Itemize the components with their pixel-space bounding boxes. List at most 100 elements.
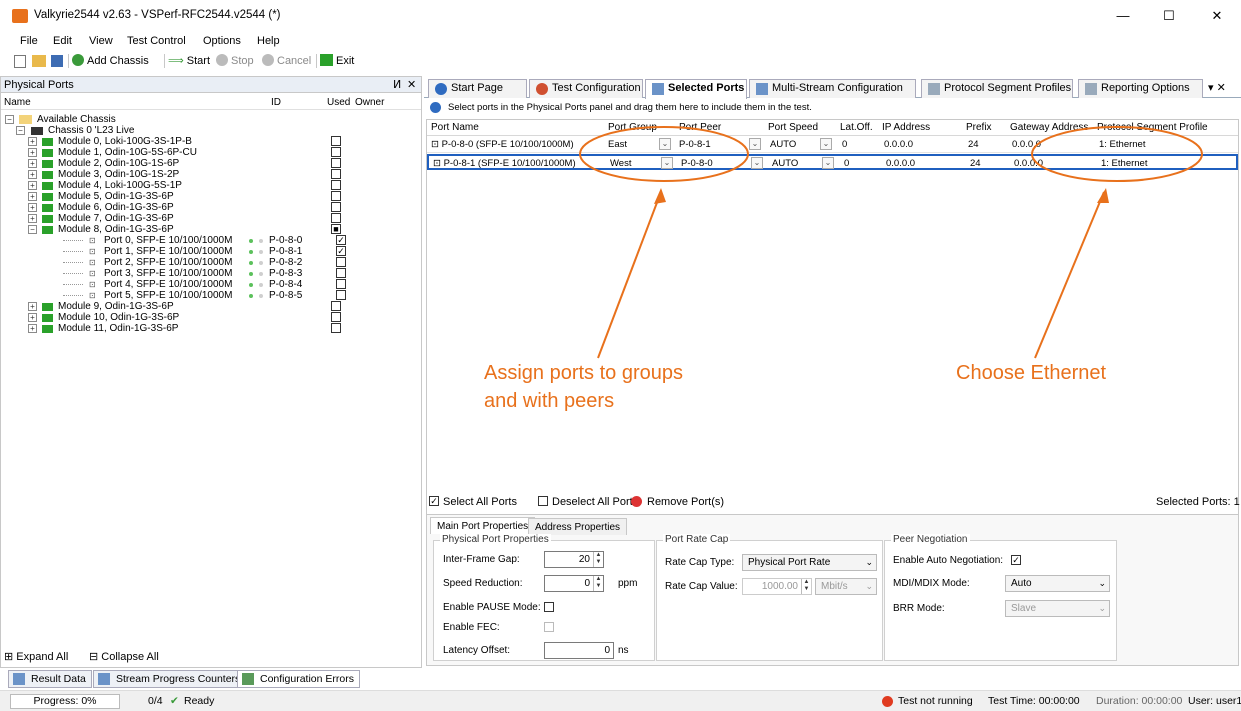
cell-port-peer[interactable]: P-0-8-0: [681, 158, 713, 169]
grid-col-lat-off[interactable]: Lat.Off.: [840, 122, 873, 133]
module-used-checkbox[interactable]: [331, 312, 341, 322]
module-used-checkbox[interactable]: [331, 147, 341, 157]
port-row[interactable]: ⊡ Port 1, SFP-E 10/100/1000M P-0-8-1 ✓: [1, 246, 421, 257]
spinner-icon[interactable]: ▲ ▼: [801, 579, 811, 594]
chevron-down-icon[interactable]: ⌄: [659, 138, 671, 150]
deselect-all-checkbox[interactable]: [538, 496, 548, 506]
tab-start-page[interactable]: Start Page: [428, 79, 527, 98]
save-icon[interactable]: [51, 55, 63, 67]
grid-col-prefix[interactable]: Prefix: [966, 122, 992, 133]
port-used-checkbox[interactable]: [336, 257, 346, 267]
cancel-button[interactable]: Cancel: [262, 54, 311, 67]
col-owner[interactable]: Owner: [355, 97, 384, 108]
expand-toggle-icon[interactable]: +: [28, 302, 37, 311]
module-used-checkbox[interactable]: [331, 301, 341, 311]
expand-toggle-icon[interactable]: +: [28, 170, 37, 179]
chevron-down-icon[interactable]: ⌄: [749, 138, 761, 150]
module-used-checkbox[interactable]: [331, 169, 341, 179]
module-row[interactable]: + Module 10, Odin-1G-3S-6P: [1, 312, 421, 323]
menu-options[interactable]: Options: [203, 35, 241, 47]
spinner-icon[interactable]: ▲ ▼: [593, 552, 603, 567]
menu-file[interactable]: File: [20, 35, 38, 47]
port-row[interactable]: ⊡ Port 0, SFP-E 10/100/1000M P-0-8-0 ✓: [1, 235, 421, 246]
module-row[interactable]: + Module 7, Odin-1G-3S-6P: [1, 213, 421, 224]
chevron-down-icon[interactable]: ⌄: [661, 157, 673, 169]
collapse-toggle-icon[interactable]: −: [28, 225, 37, 234]
grid-col-ip-address[interactable]: IP Address: [882, 122, 930, 133]
module-used-checkbox[interactable]: [331, 191, 341, 201]
expand-toggle-icon[interactable]: +: [28, 313, 37, 322]
port-row[interactable]: ⊡ Port 4, SFP-E 10/100/1000M P-0-8-4: [1, 279, 421, 290]
module-row[interactable]: + Module 1, Odin-10G-5S-6P-CU: [1, 147, 421, 158]
tab-menu-icon[interactable]: ▾ ✕: [1208, 81, 1226, 94]
module-row[interactable]: + Module 0, Loki-100G-3S-1P-B: [1, 136, 421, 147]
cell-port-group[interactable]: West: [610, 158, 631, 169]
port-row[interactable]: ⊡ Port 3, SFP-E 10/100/1000M P-0-8-3: [1, 268, 421, 279]
menu-edit[interactable]: Edit: [53, 35, 72, 47]
tab-reporting-options[interactable]: Reporting Options: [1078, 79, 1203, 98]
chevron-down-icon[interactable]: ⌄: [820, 138, 832, 150]
tab-selected-ports[interactable]: Selected Ports: [645, 79, 747, 99]
expand-toggle-icon[interactable]: +: [28, 181, 37, 190]
new-file-icon[interactable]: [14, 55, 26, 68]
tab-protocol-segment-profiles[interactable]: Protocol Segment Profiles: [921, 79, 1073, 98]
speed-reduction-input[interactable]: 0 ▲ ▼: [544, 575, 604, 592]
chevron-down-icon[interactable]: ⌄: [822, 157, 834, 169]
module-used-checkbox[interactable]: [331, 158, 341, 168]
mdi-mode-select[interactable]: Auto ⌄: [1005, 575, 1110, 592]
module-used-checkbox[interactable]: [331, 323, 341, 333]
module-used-checkbox[interactable]: [331, 136, 341, 146]
spinner-icon[interactable]: ▲ ▼: [593, 576, 603, 591]
module-row[interactable]: + Module 3, Odin-10G-1S-2P: [1, 169, 421, 180]
rate-cap-value-input[interactable]: 1000.00 ▲ ▼: [742, 578, 812, 595]
deselect-all-label[interactable]: Deselect All Ports: [552, 496, 638, 508]
tab-main-port-properties[interactable]: Main Port Properties: [430, 517, 536, 534]
module-row[interactable]: + Module 4, Loki-100G-5S-1P: [1, 180, 421, 191]
tree-chassis[interactable]: − Chassis 0 'L23 Live: [1, 125, 421, 136]
remove-ports-button[interactable]: Remove Port(s): [647, 496, 724, 508]
menu-test-control[interactable]: Test Control: [127, 35, 186, 47]
port-used-checkbox[interactable]: [336, 290, 346, 300]
module-used-checkbox[interactable]: [331, 180, 341, 190]
tab-test-configuration[interactable]: Test Configuration: [529, 79, 643, 98]
port-used-checkbox[interactable]: ✓: [336, 246, 346, 256]
port-row[interactable]: ⊡ Port 5, SFP-E 10/100/1000M P-0-8-5: [1, 290, 421, 301]
module-used-checkbox[interactable]: ■: [331, 224, 341, 234]
latency-offset-input[interactable]: 0: [544, 642, 614, 659]
expand-toggle-icon[interactable]: +: [28, 192, 37, 201]
cell-port-group[interactable]: East: [608, 139, 627, 150]
module-row[interactable]: + Module 11, Odin-1G-3S-6P: [1, 323, 421, 334]
col-used[interactable]: Used: [327, 97, 350, 108]
exit-button[interactable]: Exit: [320, 54, 354, 67]
ifg-input[interactable]: 20 ▲ ▼: [544, 551, 604, 568]
port-used-checkbox[interactable]: [336, 279, 346, 289]
grid-col-port-group[interactable]: Port Group: [608, 122, 657, 133]
add-chassis-button[interactable]: Add Chassis: [72, 54, 149, 67]
grid-col-port-speed[interactable]: Port Speed: [768, 122, 818, 133]
tab-stream-progress-counters[interactable]: Stream Progress Counters: [93, 670, 247, 688]
open-folder-icon[interactable]: [32, 55, 46, 67]
tab-multi-stream[interactable]: Multi-Stream Configuration: [749, 79, 916, 98]
expand-toggle-icon[interactable]: +: [28, 203, 37, 212]
maximize-button[interactable]: ☐: [1146, 0, 1192, 32]
port-used-checkbox[interactable]: [336, 268, 346, 278]
menu-help[interactable]: Help: [257, 35, 280, 47]
module-row[interactable]: + Module 5, Odin-1G-3S-6P: [1, 191, 421, 202]
port-row[interactable]: ⊡ Port 2, SFP-E 10/100/1000M P-0-8-2: [1, 257, 421, 268]
rate-cap-unit-select[interactable]: Mbit/s ⌄: [815, 578, 877, 595]
pause-mode-checkbox[interactable]: [544, 602, 554, 612]
chevron-down-icon[interactable]: ⌄: [751, 157, 763, 169]
fec-checkbox[interactable]: [544, 622, 554, 632]
tab-result-data[interactable]: Result Data: [8, 670, 92, 688]
grid-col-profile[interactable]: Protocol Segment Profile: [1097, 122, 1208, 133]
minimize-button[interactable]: —: [1100, 0, 1146, 32]
module-row[interactable]: + Module 2, Odin-10G-1S-6P: [1, 158, 421, 169]
tab-address-properties[interactable]: Address Properties: [528, 518, 628, 535]
grid-col-port-peer[interactable]: Port Peer: [679, 122, 721, 133]
select-all-checkbox[interactable]: ✓: [429, 496, 439, 506]
col-id[interactable]: ID: [271, 97, 281, 108]
table-row[interactable]: ⊡ P-0-8-1 (SFP-E 10/100/1000M) West ⌄ P-0-8…: [427, 154, 1238, 170]
collapse-toggle-icon[interactable]: −: [5, 115, 14, 124]
pin-icon[interactable]: ⵍ: [393, 78, 401, 91]
grid-col-gateway[interactable]: Gateway Address: [1010, 122, 1088, 133]
